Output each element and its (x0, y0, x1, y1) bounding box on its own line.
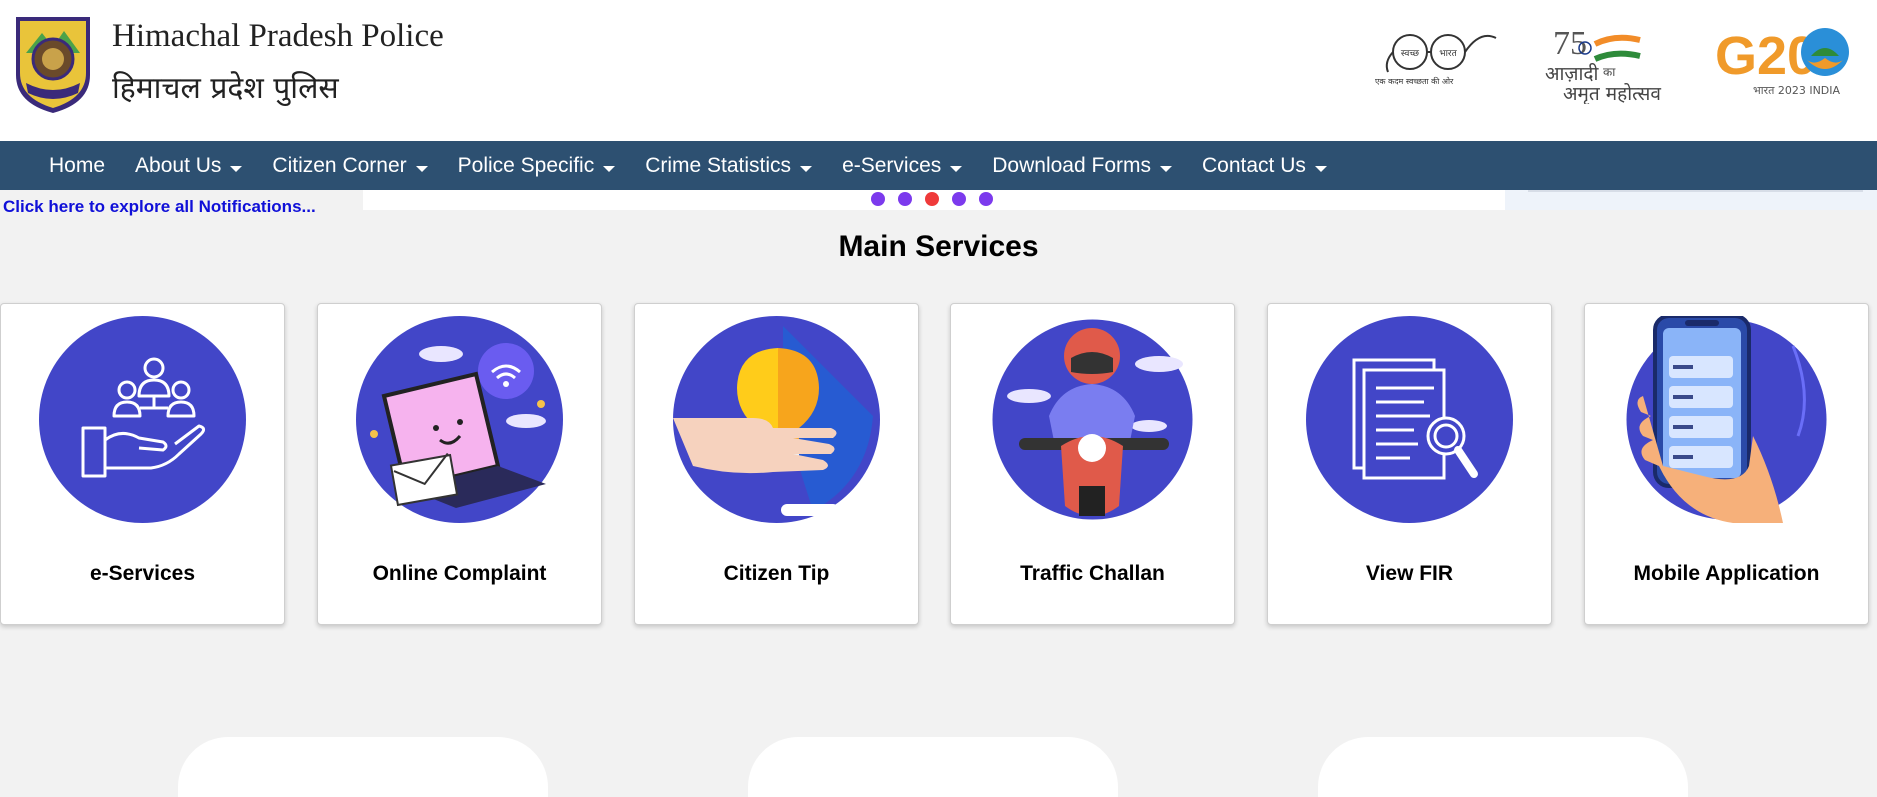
slider-dot-active[interactable] (925, 192, 939, 206)
site-title-english: Himachal Pradesh Police (112, 18, 444, 54)
caret-down-icon (950, 165, 963, 172)
slider-dot[interactable] (979, 192, 993, 206)
nav-item-label: About Us (135, 153, 222, 177)
svg-text:स्वच्छ: स्वच्छ (1401, 49, 1420, 59)
eservices-hand-people-icon (39, 316, 246, 523)
caret-down-icon (800, 165, 813, 172)
side-panel (1505, 190, 1877, 210)
caret-down-icon (603, 165, 616, 172)
azadi-ka-amrit-mahotsav-logo[interactable]: 75 आज़ादी का अमृत महोत्सव (1545, 22, 1675, 104)
nav-item-e-services[interactable]: e-Services (827, 141, 977, 190)
nav-item-label: Crime Statistics (645, 153, 792, 177)
svg-text:अमृत महोत्सव: अमृत महोत्सव (1563, 82, 1661, 104)
service-card-label: Mobile Application (1633, 562, 1820, 585)
nav-item-label: Citizen Corner (272, 153, 407, 177)
service-card-e-services[interactable]: e-Services (0, 303, 285, 625)
caret-down-icon (415, 165, 428, 172)
swachh-bharat-logo[interactable]: स्वच्छ भारत एक कदम स्वच्छता की ओर (1370, 22, 1500, 94)
main-services-heading: Main Services (838, 230, 1039, 263)
nav-item-label: Download Forms (992, 153, 1151, 177)
service-card-mobile-application[interactable]: Mobile Application (1584, 303, 1869, 625)
g20-logo[interactable]: G20 भारत 2023 INDIA (1715, 20, 1860, 100)
nav-menu: Home About Us Citizen Corner Police Spec… (34, 141, 1342, 190)
caret-down-icon (1160, 165, 1172, 172)
view-fir-document-icon (1306, 316, 1513, 523)
service-card-label: View FIR (1365, 562, 1454, 585)
service-card-label: Traffic Challan (1020, 562, 1165, 585)
next-section-card (1318, 737, 1688, 797)
hp-police-emblem-logo[interactable] (12, 13, 94, 115)
nav-item-citizen-corner[interactable]: Citizen Corner (257, 141, 442, 190)
caret-down-icon (230, 165, 243, 172)
slider-pagination (871, 192, 993, 206)
service-card-online-complaint[interactable]: Online Complaint (317, 303, 602, 625)
slider-dot[interactable] (952, 192, 966, 206)
nav-item-contact-us[interactable]: Contact Us (1187, 141, 1342, 190)
nav-item-crime-statistics[interactable]: Crime Statistics (630, 141, 827, 190)
mobile-application-phone-icon (1626, 316, 1827, 523)
nav-item-label: Contact Us (1202, 153, 1306, 177)
nav-item-label: e-Services (842, 153, 942, 177)
svg-text:भारत: भारत (1439, 49, 1457, 59)
service-card-view-fir[interactable]: View FIR (1267, 303, 1552, 625)
service-card-label: e-Services (89, 562, 196, 585)
nav-item-label: Police Specific (457, 153, 595, 177)
caret-down-icon (1314, 165, 1327, 172)
main-navbar: Home About Us Citizen Corner Police Spec… (0, 141, 1877, 190)
slider-dot[interactable] (871, 192, 885, 206)
svg-text:का: का (1603, 65, 1616, 79)
nav-item-label: Home (49, 153, 106, 177)
online-complaint-laptop-icon (356, 316, 563, 523)
slider-dot[interactable] (898, 192, 912, 206)
nav-item-about-us[interactable]: About Us (120, 141, 257, 190)
nav-item-police-specific[interactable]: Police Specific (443, 141, 631, 190)
side-panel-border (1528, 190, 1863, 192)
traffic-challan-scooter-icon (992, 319, 1193, 520)
nav-item-download-forms[interactable]: Download Forms (977, 141, 1187, 190)
svg-text:आज़ादी: आज़ादी (1545, 62, 1600, 85)
svg-text:भारत 2023 INDIA: भारत 2023 INDIA (1753, 84, 1841, 97)
next-section-card (748, 737, 1118, 797)
site-title-hindi: हिमाचल प्रदेश पुलिस (112, 71, 339, 106)
nav-item-home[interactable]: Home (34, 141, 120, 190)
service-card-citizen-tip[interactable]: Citizen Tip (634, 303, 919, 625)
service-card-label: Citizen Tip (723, 562, 830, 585)
service-card-label: Online Complaint (372, 562, 547, 585)
svg-text:एक कदम स्वच्छता की ओर: एक कदम स्वच्छता की ओर (1375, 76, 1454, 86)
next-section-card (178, 737, 548, 797)
explore-notifications-link[interactable]: Click here to explore all Notifications.… (3, 197, 316, 217)
service-card-traffic-challan[interactable]: Traffic Challan (950, 303, 1235, 625)
citizen-tip-lightbulb-icon (673, 316, 880, 523)
site-header: Himachal Pradesh Police हिमाचल प्रदेश पु… (0, 0, 1877, 141)
